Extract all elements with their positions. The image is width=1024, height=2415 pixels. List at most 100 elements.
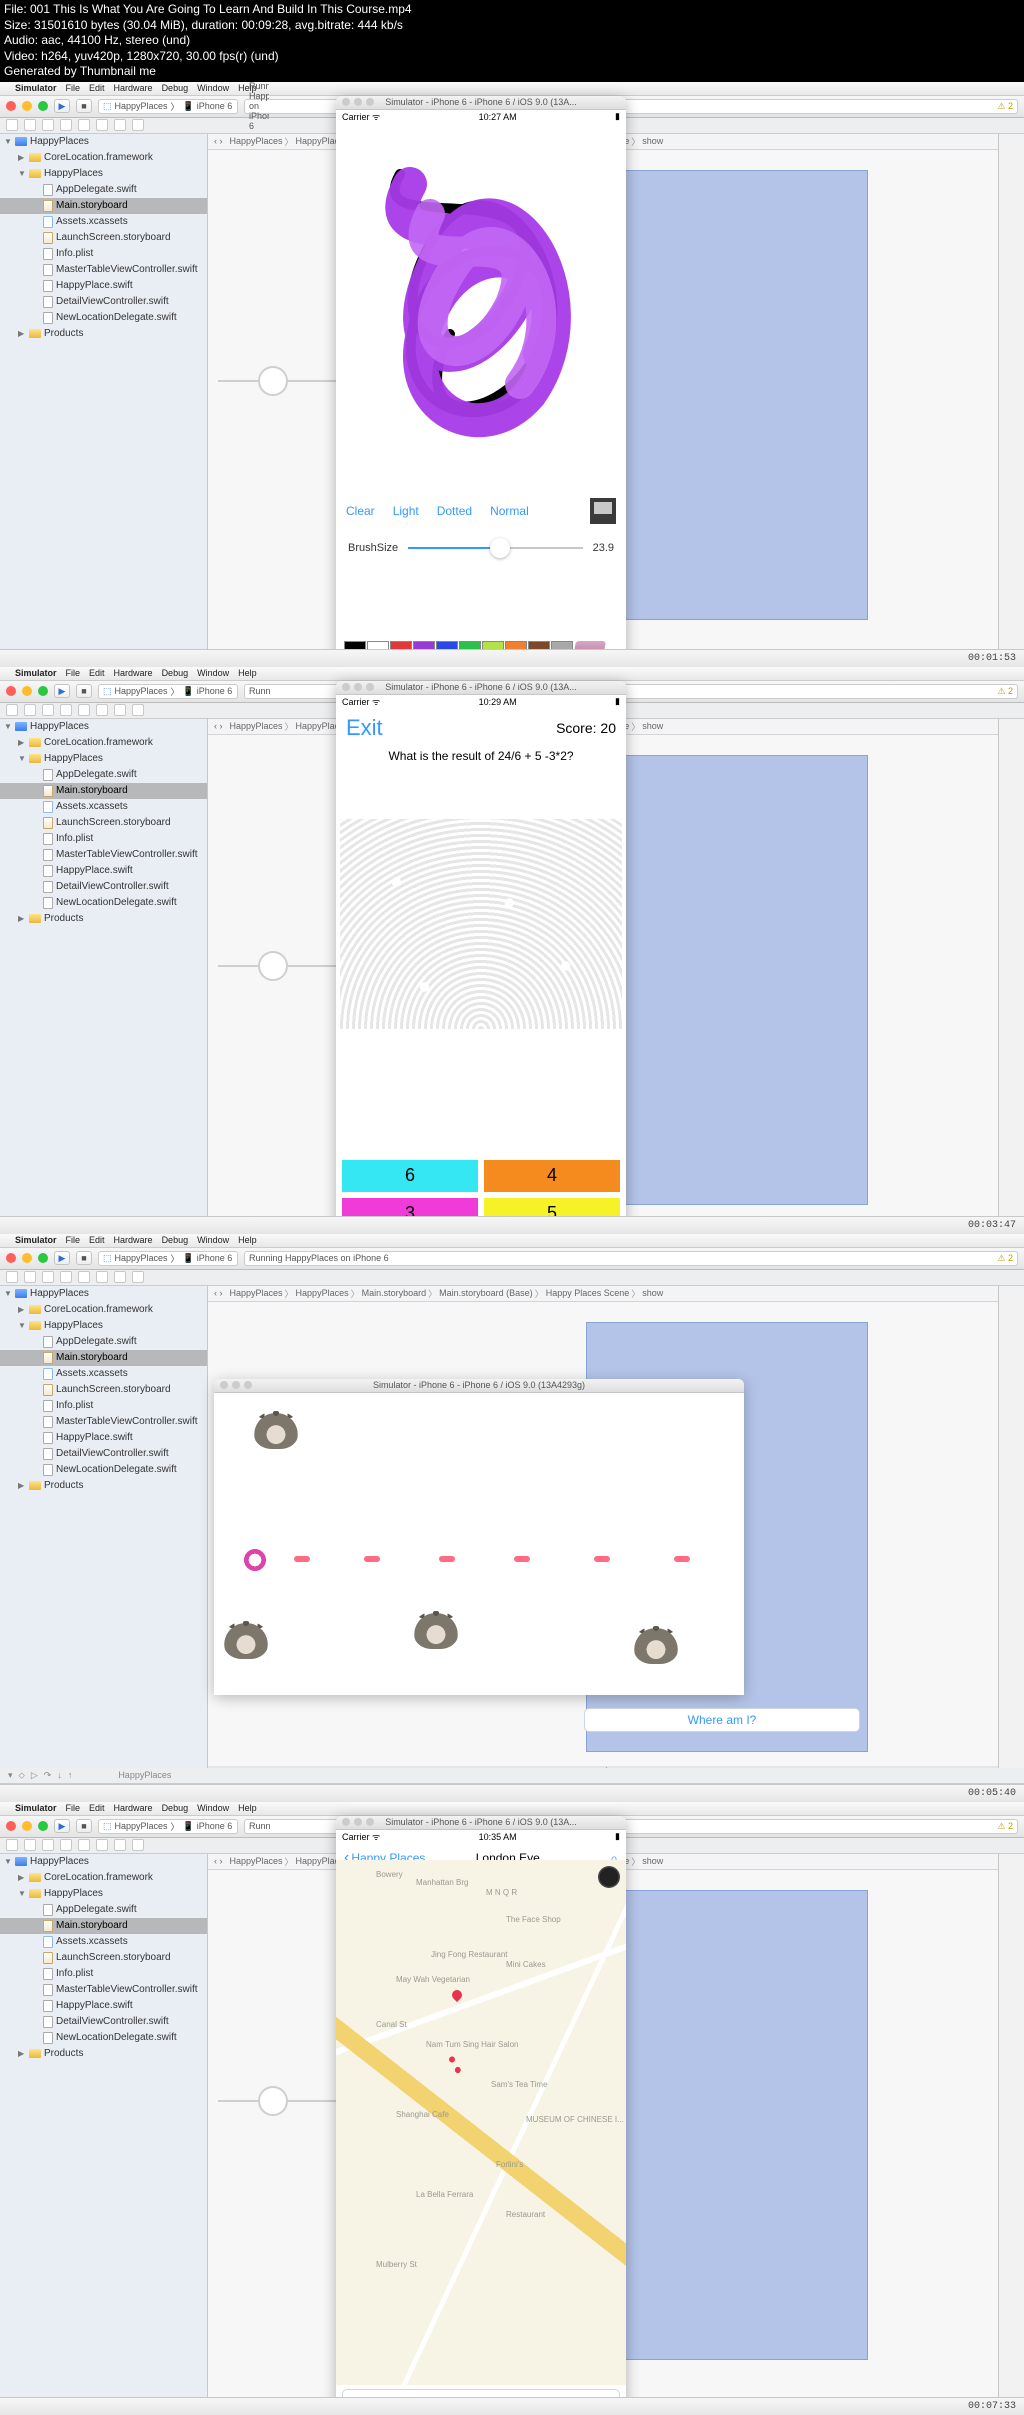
debug-bar[interactable]: ▾ ⬦ ▷ ↷ ↓ ↑ HappyPlaces: [0, 1768, 1024, 1784]
run-button[interactable]: ▶: [54, 99, 70, 113]
menu-app[interactable]: Simulator: [15, 83, 57, 93]
nav-item[interactable]: MasterTableViewController.swift: [0, 1414, 207, 1430]
nav-item[interactable]: DetailViewController.swift: [0, 2014, 207, 2030]
menu-edit[interactable]: Edit: [89, 83, 105, 93]
debug-step-in-icon[interactable]: ↓: [57, 1770, 62, 1780]
nav-item[interactable]: Assets.xcassets: [0, 214, 207, 230]
nav-item[interactable]: HappyPlace.swift: [0, 1998, 207, 2014]
simulator-window[interactable]: Simulator - iPhone 6 - iPhone 6 / iOS 9.…: [336, 96, 626, 667]
sim-titlebar[interactable]: Simulator - iPhone 6 - iPhone 6 / iOS 9.…: [336, 681, 626, 695]
nav-item[interactable]: DetailViewController.swift: [0, 1446, 207, 1462]
utilities-pane[interactable]: [998, 1854, 1024, 2415]
nav-item[interactable]: LaunchScreen.storyboard: [0, 1950, 207, 1966]
nav-item[interactable]: ▶ Products: [0, 2046, 207, 2062]
run-button[interactable]: ▶: [54, 684, 70, 698]
slider-thumb[interactable]: [490, 538, 510, 558]
debug-target[interactable]: HappyPlaces: [118, 1770, 171, 1780]
nav-item[interactable]: Main.storyboard: [0, 1918, 207, 1934]
nav-item[interactable]: AppDelegate.swift: [0, 1334, 207, 1350]
answer-button[interactable]: 6: [342, 1160, 478, 1192]
light-button[interactable]: Light: [393, 504, 419, 518]
nav-item[interactable]: Main.storyboard: [0, 783, 207, 799]
debug-step-over-icon[interactable]: ↷: [44, 1770, 52, 1781]
mac-menubar[interactable]: Simulator FileEditHardwareDebugWindowHel…: [0, 1802, 1024, 1816]
exit-button[interactable]: Exit: [346, 715, 383, 741]
nav-symbol-icon[interactable]: [24, 119, 36, 131]
nav-item[interactable]: DetailViewController.swift: [0, 294, 207, 310]
nav-project-icon[interactable]: [6, 119, 18, 131]
debug-continue-icon[interactable]: ▷: [31, 1770, 38, 1781]
drawing-canvas[interactable]: [340, 124, 622, 474]
nav-item[interactable]: Info.plist: [0, 1398, 207, 1414]
nav-root[interactable]: ▼ HappyPlaces: [0, 1854, 207, 1870]
navigator-selector-bar[interactable]: [0, 1270, 1024, 1286]
nav-item[interactable]: LaunchScreen.storyboard: [0, 230, 207, 246]
nav-item[interactable]: ▶ CoreLocation.framework: [0, 735, 207, 751]
simulator-window[interactable]: Simulator - iPhone 6 - iPhone 6 / iOS 9.…: [336, 1816, 626, 2415]
nav-item[interactable]: Assets.xcassets: [0, 1934, 207, 1950]
player-sprite[interactable]: [244, 1549, 266, 1571]
sim-titlebar[interactable]: Simulator - iPhone 6 - iPhone 6 / iOS 9.…: [214, 1379, 744, 1393]
scheme-selector[interactable]: ⬚HappyPlaces〉📱iPhone 6: [98, 1819, 238, 1834]
nav-item[interactable]: Assets.xcassets: [0, 799, 207, 815]
map-view[interactable]: BoweryManhattan BrgM N Q RThe Face ShopJ…: [336, 1860, 626, 2385]
mac-menubar[interactable]: Simulator FileEditHardwareDebugWindowHel…: [0, 667, 1024, 681]
traffic-min[interactable]: [22, 101, 32, 111]
nav-item[interactable]: ▶ CoreLocation.framework: [0, 1870, 207, 1886]
clear-button[interactable]: Clear: [346, 504, 375, 518]
nav-item[interactable]: NewLocationDelegate.swift: [0, 895, 207, 911]
mac-menubar[interactable]: Simulator File Edit Hardware Debug Windo…: [0, 82, 1024, 96]
jump-bar[interactable]: ‹ › HappyPlaces 〉 HappyPlaces 〉 Main.sto…: [208, 1286, 998, 1302]
traffic-zoom[interactable]: [38, 101, 48, 111]
debug-hide-icon[interactable]: ▾: [8, 1770, 13, 1781]
nav-item[interactable]: AppDelegate.swift: [0, 1902, 207, 1918]
nav-item[interactable]: NewLocationDelegate.swift: [0, 2030, 207, 2046]
menu-file[interactable]: File: [66, 83, 81, 93]
nav-item[interactable]: AppDelegate.swift: [0, 767, 207, 783]
storyboard-scene[interactable]: [586, 170, 868, 620]
nav-item[interactable]: ▶ CoreLocation.framework: [0, 1302, 207, 1318]
nav-item[interactable]: Main.storyboard: [0, 1350, 207, 1366]
nav-item[interactable]: HappyPlace.swift: [0, 1430, 207, 1446]
menu-window[interactable]: Window: [197, 83, 229, 93]
nav-item[interactable]: AppDelegate.swift: [0, 182, 207, 198]
nav-debug-icon[interactable]: [96, 119, 108, 131]
project-navigator[interactable]: ▼ HappyPlaces▶ CoreLocation.framework▼ H…: [0, 1854, 208, 2415]
where-am-i-button[interactable]: Where am I?: [584, 1708, 860, 1732]
nav-item[interactable]: ▶ Products: [0, 911, 207, 927]
menu-debug[interactable]: Debug: [162, 83, 189, 93]
nav-item[interactable]: Info.plist: [0, 831, 207, 847]
simulator-window-landscape[interactable]: Simulator - iPhone 6 - iPhone 6 / iOS 9.…: [214, 1379, 744, 1695]
nav-item[interactable]: MasterTableViewController.swift: [0, 1982, 207, 1998]
nav-item[interactable]: HappyPlace.swift: [0, 278, 207, 294]
stop-button[interactable]: ■: [76, 684, 92, 698]
sim-titlebar[interactable]: Simulator - iPhone 6 - iPhone 6 / iOS 9.…: [336, 1816, 626, 1830]
nav-item[interactable]: ▼ HappyPlaces: [0, 1318, 207, 1334]
drawing-app[interactable]: Clear Light Dotted Normal BrushSize 23.9: [336, 124, 626, 667]
normal-button[interactable]: Normal: [490, 504, 529, 518]
simulator-window[interactable]: Simulator - iPhone 6 - iPhone 6 / iOS 9.…: [336, 681, 626, 1234]
nav-item[interactable]: ▶ Products: [0, 1478, 207, 1494]
run-button[interactable]: ▶: [54, 1251, 70, 1265]
brush-slider[interactable]: [408, 547, 582, 549]
save-icon[interactable]: [590, 498, 616, 524]
nav-item[interactable]: ▶ Products: [0, 326, 207, 342]
debug-breakpoints-icon[interactable]: ⬦: [19, 1770, 25, 1781]
utilities-pane[interactable]: [998, 719, 1024, 1234]
nav-item[interactable]: ▼ HappyPlaces: [0, 1886, 207, 1902]
project-navigator[interactable]: ▼ HappyPlaces▶ CoreLocation.framework▼ H…: [0, 134, 208, 667]
debug-step-out-icon[interactable]: ↑: [68, 1770, 73, 1780]
dotted-button[interactable]: Dotted: [437, 504, 472, 518]
compass-icon[interactable]: [598, 1866, 620, 1888]
stop-button[interactable]: ■: [76, 1251, 92, 1265]
nav-item[interactable]: MasterTableViewController.swift: [0, 847, 207, 863]
nav-item[interactable]: ▼ HappyPlaces: [0, 751, 207, 767]
scheme-selector[interactable]: ⬚HappyPlaces〉📱iPhone 6: [98, 684, 238, 699]
nav-item[interactable]: LaunchScreen.storyboard: [0, 815, 207, 831]
scheme-selector[interactable]: ⬚HappyPlaces〉📱iPhone 6: [98, 99, 238, 114]
map-pin-icon[interactable]: [450, 1988, 464, 2002]
project-navigator[interactable]: ▼ HappyPlaces▶ CoreLocation.framework▼ H…: [0, 1286, 208, 1802]
nav-item[interactable]: DetailViewController.swift: [0, 879, 207, 895]
mac-menubar[interactable]: Simulator FileEditHardwareDebugWindowHel…: [0, 1234, 1024, 1248]
nav-root[interactable]: ▼ HappyPlaces: [0, 1286, 207, 1302]
